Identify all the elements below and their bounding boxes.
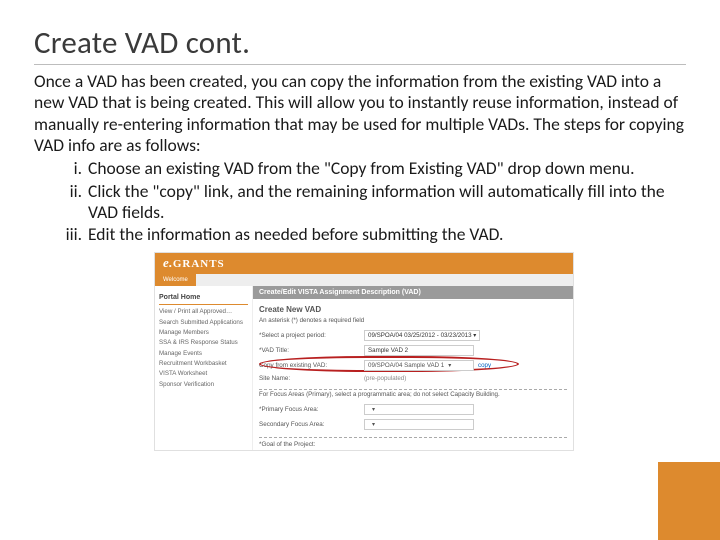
sidebar-header: Portal Home — [159, 292, 248, 305]
label-copy-from-existing: Copy from existing VAD: — [259, 362, 364, 369]
panel-title-bar: Create/Edit VISTA Assignment Description… — [253, 286, 573, 299]
input-vad-title[interactable]: Sample VAD 2 — [364, 345, 474, 356]
sidebar-item[interactable]: View / Print all Approved… — [159, 307, 248, 317]
required-note: An asterisk (*) denotes a required field — [253, 317, 573, 328]
divider — [259, 389, 567, 390]
brand-prefix: e. — [163, 255, 173, 270]
value-site-name: (pre-populated) — [364, 375, 406, 382]
intro-paragraph: Once a VAD has been created, you can cop… — [34, 71, 686, 156]
step-item: Edit the information as needed before su… — [86, 224, 686, 245]
tab-welcome[interactable]: Welcome — [155, 274, 196, 286]
tab-other[interactable] — [196, 274, 212, 286]
label-primary-focus: *Primary Focus Area: — [259, 406, 364, 413]
sidebar-item[interactable]: VISTA Worksheet — [159, 369, 248, 379]
step-item: Click the "copy" link, and the remaining… — [86, 181, 686, 224]
accent-block — [658, 462, 720, 540]
tab-strip: Welcome — [155, 274, 573, 286]
step-item: Choose an existing VAD from the "Copy fr… — [86, 158, 686, 179]
select-project-period[interactable]: 09/SPOA/04 03/25/2012 - 03/23/2013 ▾ — [364, 330, 480, 341]
select-secondary-focus[interactable] — [364, 419, 474, 430]
label-project-period: *Select a project period: — [259, 332, 364, 339]
row-secondary-focus: Secondary Focus Area: — [253, 417, 573, 432]
sidebar-item[interactable]: Manage Events — [159, 349, 248, 359]
sidebar-item[interactable]: Sponsor Verification — [159, 380, 248, 390]
row-goal: *Goal of the Project: — [253, 439, 573, 450]
app-brand: e.GRANTS — [155, 253, 573, 274]
screenshot-figure: e.GRANTS Welcome Portal Home View / Prin… — [154, 252, 574, 451]
steps-list: Choose an existing VAD from the "Copy fr… — [34, 158, 686, 245]
main-panel: Create/Edit VISTA Assignment Description… — [253, 286, 573, 450]
row-primary-focus: *Primary Focus Area: — [253, 402, 573, 417]
select-copy-from-existing[interactable]: 09/SPOA/04 Sample VAD 1 — [364, 360, 474, 371]
label-site-name: Site Name: — [259, 375, 364, 382]
sidebar-item[interactable]: Manage Members — [159, 328, 248, 338]
page-title: Create VAD cont. — [34, 24, 686, 65]
label-secondary-focus: Secondary Focus Area: — [259, 421, 364, 428]
section-header: Create New VAD — [253, 299, 573, 317]
row-copy-from-existing: Copy from existing VAD: 09/SPOA/04 Sampl… — [253, 358, 573, 373]
row-vad-title: *VAD Title: Sample VAD 2 — [253, 343, 573, 358]
divider — [259, 437, 567, 438]
brand-name: GRANTS — [173, 258, 225, 270]
row-project-period: *Select a project period: 09/SPOA/04 03/… — [253, 328, 573, 343]
select-primary-focus[interactable] — [364, 404, 474, 415]
sidebar-item[interactable]: SSA & IRS Response Status — [159, 338, 248, 348]
sidebar-item[interactable]: Recruitment Workbasket — [159, 359, 248, 369]
sidebar: Portal Home View / Print all Approved… S… — [155, 286, 253, 450]
copy-link[interactable]: copy — [478, 362, 491, 369]
focus-note: For Focus Areas (Primary), select a prog… — [253, 391, 573, 402]
label-vad-title: *VAD Title: — [259, 347, 364, 354]
sidebar-item[interactable]: Search Submitted Applications — [159, 318, 248, 328]
row-site-name: Site Name: (pre-populated) — [253, 373, 573, 384]
label-goal: *Goal of the Project: — [259, 441, 364, 448]
